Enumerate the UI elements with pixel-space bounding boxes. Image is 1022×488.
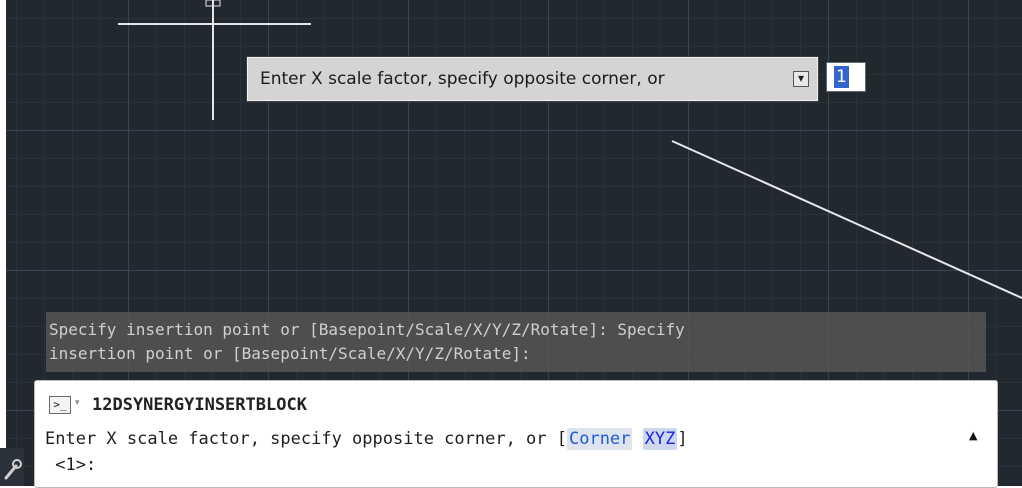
active-command-name: 12DSYNERGYINSERTBLOCK bbox=[92, 395, 307, 415]
scale-factor-value: 1 bbox=[834, 66, 849, 88]
option-xyz-link[interactable]: XYZ bbox=[642, 428, 678, 450]
wrench-icon[interactable] bbox=[0, 448, 24, 486]
command-line-panel[interactable]: >_ ▾ 12DSYNERGYINSERTBLOCK Enter X scale… bbox=[34, 380, 998, 488]
command-prompt-line: Enter X scale factor, specify opposite c… bbox=[45, 428, 688, 450]
default-value-line: <1>: bbox=[45, 455, 97, 475]
scroll-up-icon[interactable]: ▲ bbox=[969, 429, 977, 442]
command-prompt-icon[interactable]: >_ bbox=[49, 396, 71, 414]
prompt-text: Enter X scale factor, specify opposite c… bbox=[45, 429, 567, 449]
command-history: Specify insertion point or [Basepoint/Sc… bbox=[46, 312, 986, 372]
history-line: Specify insertion point or [Basepoint/Sc… bbox=[49, 320, 685, 339]
scale-factor-input[interactable]: 1 bbox=[826, 62, 866, 92]
tooltip-options-icon[interactable]: ▾ bbox=[793, 71, 809, 87]
option-corner-link[interactable]: Corner bbox=[566, 428, 633, 450]
tooltip-prompt-label: Enter X scale factor, specify opposite c… bbox=[260, 69, 665, 89]
drawing-line[interactable] bbox=[671, 140, 1022, 299]
prompt-close-bracket: ] bbox=[677, 429, 688, 449]
recent-commands-dropdown-icon[interactable]: ▾ bbox=[75, 398, 80, 408]
dynamic-input-tooltip: Enter X scale factor, specify opposite c… bbox=[247, 57, 818, 101]
history-line: insertion point or [Basepoint/Scale/X/Y/… bbox=[49, 344, 531, 363]
